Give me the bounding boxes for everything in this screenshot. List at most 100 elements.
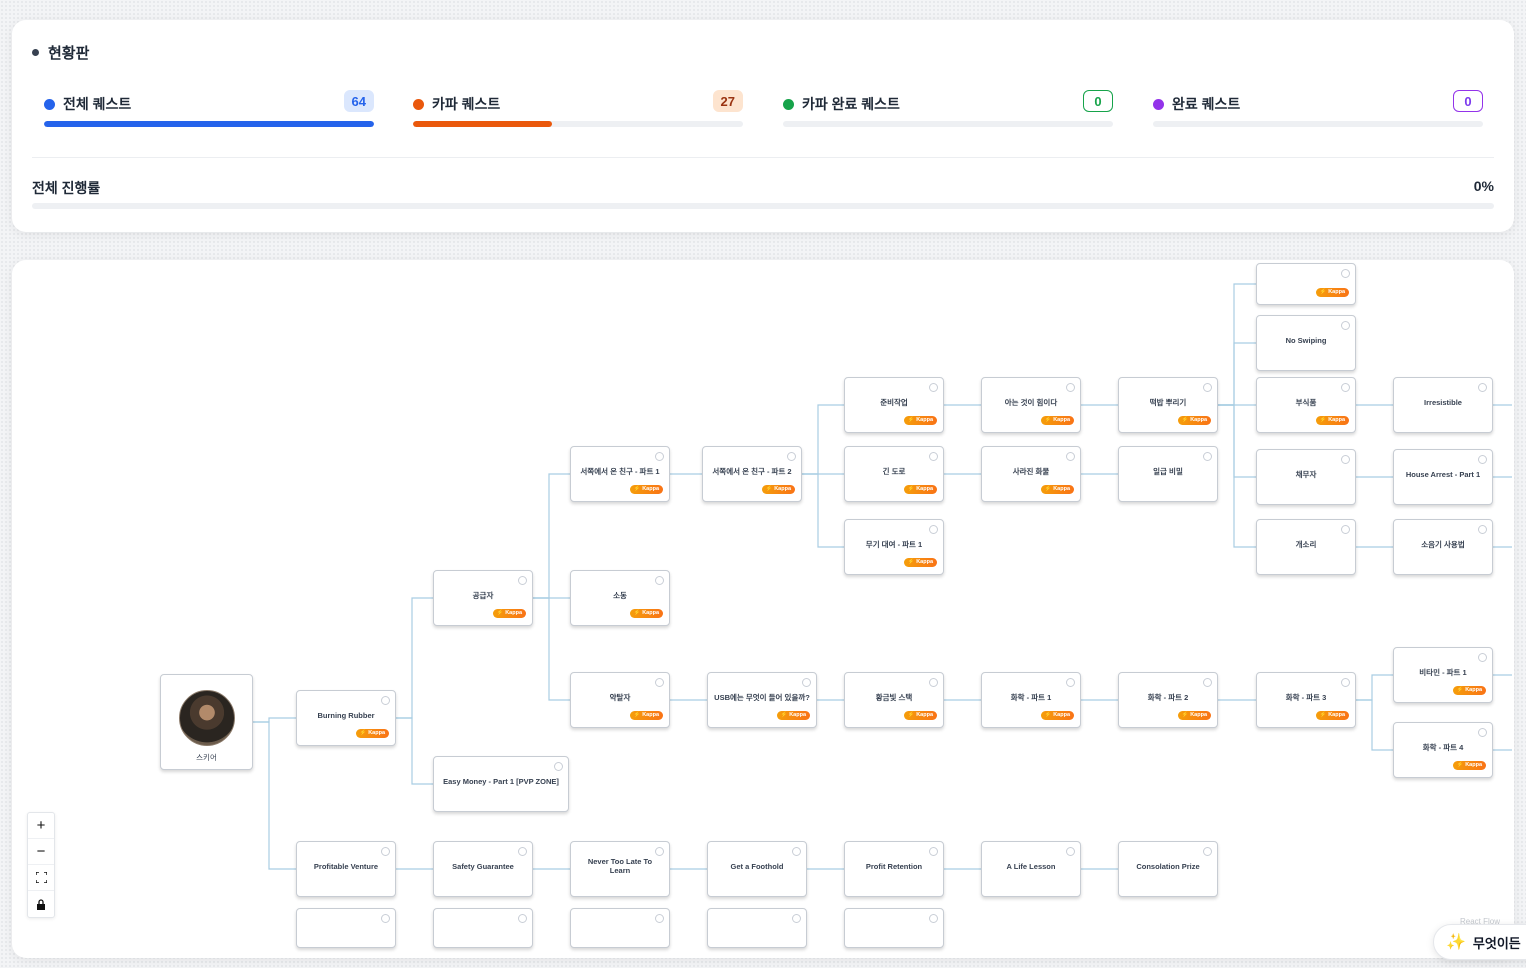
quest-node[interactable]: 공급자 ⚡ Kappa <box>433 570 533 626</box>
quest-node[interactable]: Safety Guarantee <box>433 841 533 897</box>
complete-checkbox[interactable] <box>929 383 938 392</box>
kappa-badge: ⚡ Kappa <box>903 485 937 494</box>
ask-anything-button[interactable]: ✨ 무엇이든 <box>1433 924 1526 960</box>
complete-checkbox[interactable] <box>787 452 796 461</box>
complete-checkbox[interactable] <box>929 847 938 856</box>
quest-node[interactable]: 화학 - 파트 3 ⚡ Kappa <box>1256 672 1356 728</box>
quest-node[interactable]: 사라진 화물 ⚡ Kappa <box>981 446 1081 502</box>
complete-checkbox[interactable] <box>929 525 938 534</box>
quest-node[interactable]: Profit Retention <box>844 841 944 897</box>
quest-node[interactable]: 약탈자 ⚡ Kappa <box>570 672 670 728</box>
quest-title: 소동 <box>613 590 627 600</box>
quest-node[interactable]: 떡밥 뿌리기 ⚡ Kappa <box>1118 377 1218 433</box>
quest-node[interactable]: 아는 것이 힘이다 ⚡ Kappa <box>981 377 1081 433</box>
complete-checkbox[interactable] <box>554 762 563 771</box>
quest-node[interactable]: 긴 도로 ⚡ Kappa <box>844 446 944 502</box>
kappa-badge: ⚡ Kappa <box>761 485 795 494</box>
quest-node[interactable]: Profitable Venture <box>296 841 396 897</box>
complete-checkbox[interactable] <box>1203 847 1212 856</box>
quest-node[interactable]: 채무자 <box>1256 449 1356 505</box>
quest-node[interactable]: 일급 비밀 <box>1118 446 1218 502</box>
quest-node[interactable]: Get a Foothold <box>707 841 807 897</box>
complete-checkbox[interactable] <box>929 914 938 923</box>
complete-checkbox[interactable] <box>1341 383 1350 392</box>
quest-node[interactable]: 개소리 <box>1256 519 1356 575</box>
quest-node[interactable]: 소음기 사용법 <box>1393 519 1493 575</box>
quest-node[interactable] <box>707 908 807 948</box>
progress-bar <box>783 121 1113 127</box>
complete-checkbox[interactable] <box>655 576 664 585</box>
complete-checkbox[interactable] <box>1066 678 1075 687</box>
complete-checkbox[interactable] <box>655 678 664 687</box>
status-dot-icon <box>1153 98 1164 110</box>
complete-checkbox[interactable] <box>1478 653 1487 662</box>
fit-view-button[interactable] <box>28 865 54 891</box>
complete-checkbox[interactable] <box>1341 525 1350 534</box>
complete-checkbox[interactable] <box>1478 525 1487 534</box>
complete-checkbox[interactable] <box>1478 383 1487 392</box>
trader-root-node[interactable]: 스키어 <box>160 674 253 770</box>
zoom-in-button[interactable]: + <box>28 813 54 839</box>
quest-node[interactable]: Easy Money - Part 1 [PVP ZONE] <box>433 756 569 812</box>
complete-checkbox[interactable] <box>518 847 527 856</box>
quest-node[interactable]: 화학 - 파트 2 ⚡ Kappa <box>1118 672 1218 728</box>
quest-node[interactable]: Irresistible <box>1393 377 1493 433</box>
quest-node[interactable] <box>433 908 533 948</box>
complete-checkbox[interactable] <box>929 678 938 687</box>
complete-checkbox[interactable] <box>655 914 664 923</box>
complete-checkbox[interactable] <box>1066 383 1075 392</box>
quest-node[interactable]: Never Too Late To Learn <box>570 841 670 897</box>
complete-checkbox[interactable] <box>518 914 527 923</box>
quest-node[interactable]: Burning Rubber ⚡ Kappa <box>296 690 396 746</box>
zoom-out-button[interactable]: − <box>28 839 54 865</box>
quest-node[interactable] <box>570 908 670 948</box>
complete-checkbox[interactable] <box>381 847 390 856</box>
sparkle-icon: ✨ <box>1446 934 1466 951</box>
progress-fill <box>44 121 374 127</box>
quest-node[interactable]: 준비작업 ⚡ Kappa <box>844 377 944 433</box>
complete-checkbox[interactable] <box>1203 678 1212 687</box>
complete-checkbox[interactable] <box>929 452 938 461</box>
complete-checkbox[interactable] <box>792 847 801 856</box>
quest-node[interactable]: 부식품 ⚡ Kappa <box>1256 377 1356 433</box>
complete-checkbox[interactable] <box>381 696 390 705</box>
quest-node[interactable]: 소동 ⚡ Kappa <box>570 570 670 626</box>
quest-node[interactable]: 서쪽에서 온 친구 - 파트 1 ⚡ Kappa <box>570 446 670 502</box>
complete-checkbox[interactable] <box>1341 678 1350 687</box>
quest-node[interactable] <box>296 908 396 948</box>
quest-node[interactable]: ⚡ Kappa <box>1256 263 1356 305</box>
quest-title: 떡밥 뿌리기 <box>1149 397 1187 407</box>
quest-node[interactable]: Consolation Prize <box>1118 841 1218 897</box>
quest-node[interactable]: House Arrest - Part 1 <box>1393 449 1493 505</box>
kappa-badge: ⚡ Kappa <box>629 609 663 618</box>
quest-node[interactable]: No Swiping <box>1256 315 1356 371</box>
kappa-badge: ⚡ Kappa <box>1177 416 1211 425</box>
complete-checkbox[interactable] <box>1478 455 1487 464</box>
complete-checkbox[interactable] <box>1203 383 1212 392</box>
quest-node[interactable]: 비타민 - 파트 1 ⚡ Kappa <box>1393 647 1493 703</box>
complete-checkbox[interactable] <box>1203 452 1212 461</box>
complete-checkbox[interactable] <box>655 847 664 856</box>
quest-node[interactable]: 화학 - 파트 4 ⚡ Kappa <box>1393 722 1493 778</box>
quest-node[interactable]: 화학 - 파트 1 ⚡ Kappa <box>981 672 1081 728</box>
quest-node[interactable]: 황금빛 스택 ⚡ Kappa <box>844 672 944 728</box>
quest-node[interactable]: 서쪽에서 온 친구 - 파트 2 ⚡ Kappa <box>702 446 802 502</box>
complete-checkbox[interactable] <box>802 678 811 687</box>
complete-checkbox[interactable] <box>1066 847 1075 856</box>
complete-checkbox[interactable] <box>518 576 527 585</box>
complete-checkbox[interactable] <box>1341 269 1350 278</box>
quest-node[interactable]: 무기 대여 - 파트 1 ⚡ Kappa <box>844 519 944 575</box>
complete-checkbox[interactable] <box>1341 455 1350 464</box>
quest-node[interactable]: A Life Lesson <box>981 841 1081 897</box>
quest-node[interactable] <box>844 908 944 948</box>
quest-flow-canvas[interactable]: 스키어 + − React Flow ⚡ Kappa No Swiping 준비작업… <box>12 260 1514 958</box>
lock-button[interactable] <box>28 891 54 917</box>
quest-node[interactable]: USB에는 무엇이 들어 있을까? ⚡ Kappa <box>707 672 817 728</box>
overall-progress-value: 0% <box>1473 178 1494 194</box>
complete-checkbox[interactable] <box>1066 452 1075 461</box>
complete-checkbox[interactable] <box>1341 321 1350 330</box>
complete-checkbox[interactable] <box>792 914 801 923</box>
complete-checkbox[interactable] <box>1478 728 1487 737</box>
complete-checkbox[interactable] <box>381 914 390 923</box>
complete-checkbox[interactable] <box>655 452 664 461</box>
